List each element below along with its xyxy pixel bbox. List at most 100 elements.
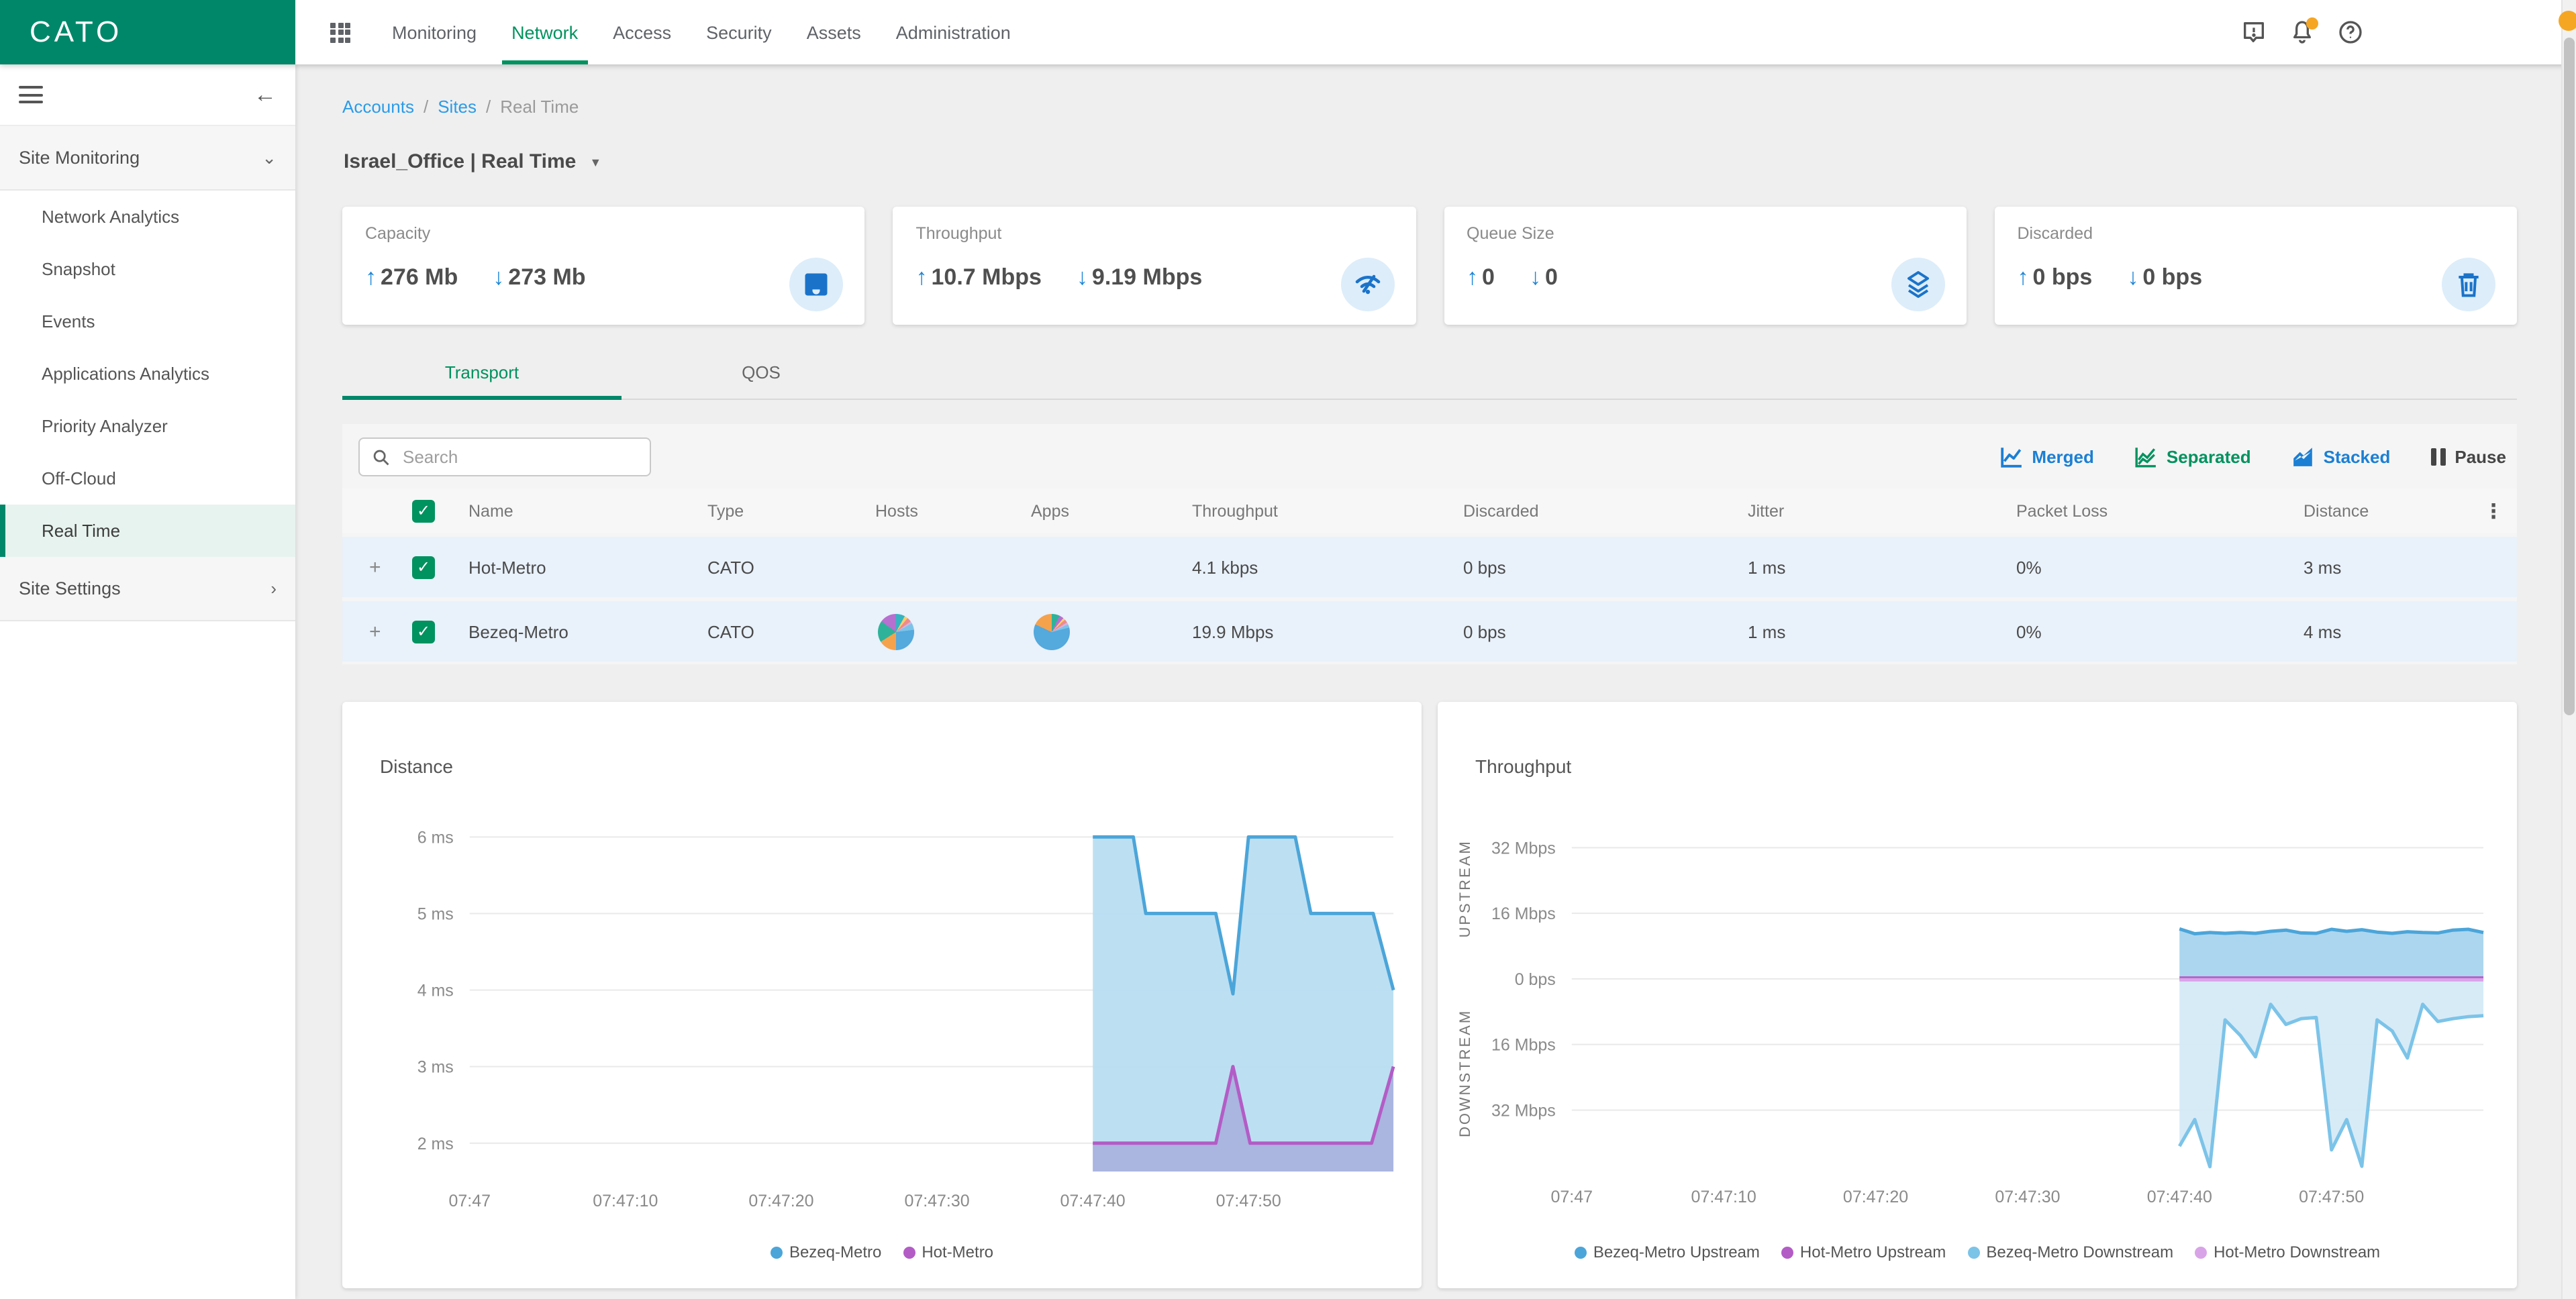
legend-item-bezeq-metro-upstream[interactable]: Bezeq-Metro Upstream — [1575, 1243, 1760, 1261]
legend-label: Bezeq-Metro — [789, 1243, 881, 1261]
legend-item-hot-metro[interactable]: Hot-Metro — [903, 1243, 993, 1261]
feedback-icon[interactable] — [2239, 18, 2267, 46]
sidebar-item-real-time[interactable]: Real Time — [0, 505, 295, 557]
stacked-button[interactable]: Stacked — [2291, 445, 2391, 468]
kpi-downstream-value: ↓9.19 Mbps — [1077, 264, 1202, 291]
down-arrow-icon: ↓ — [1530, 264, 1541, 291]
column-header-hosts[interactable]: Hosts — [875, 501, 918, 520]
sidebar-item-network-analytics[interactable]: Network Analytics — [0, 191, 295, 243]
breadcrumb-link-accounts[interactable]: Accounts — [342, 97, 414, 117]
column-header-jitter[interactable]: Jitter — [1748, 501, 1784, 520]
trash-icon[interactable] — [2442, 258, 2495, 311]
table-row-hot-metro[interactable]: +✓Hot-MetroCATO4.1 kbps0 bps1 ms0%3 ms — [342, 537, 2517, 597]
cell-throughput: 4.1 kbps — [1192, 557, 1258, 577]
nav-item-network[interactable]: Network — [494, 0, 595, 64]
row-checkbox[interactable]: ✓ — [412, 556, 435, 578]
hamburger-menu-icon[interactable] — [19, 81, 43, 108]
sidebar-item-snapshot[interactable]: Snapshot — [0, 243, 295, 295]
view-button-label: Merged — [2032, 446, 2093, 466]
breadcrumb-link-sites[interactable]: Sites — [438, 97, 477, 117]
kpi-values: ↑0↓0 — [1467, 264, 1944, 291]
column-header-distance[interactable]: Distance — [2303, 501, 2369, 520]
layers-icon[interactable] — [1891, 258, 1945, 311]
topbar-icons — [2239, 0, 2364, 64]
search-box[interactable] — [358, 437, 651, 476]
vertical-scrollbar[interactable] — [2561, 0, 2576, 1299]
legend-item-bezeq-metro[interactable]: Bezeq-Metro — [771, 1243, 881, 1261]
scroll-marker-dot — [2559, 11, 2576, 31]
app-launcher-icon[interactable] — [330, 22, 350, 42]
breadcrumb-separator: / — [486, 97, 491, 117]
column-header-discarded[interactable]: Discarded — [1463, 501, 1539, 520]
table-row-bezeq-metro[interactable]: +✓Bezeq-MetroCATO19.9 Mbps0 bps1 ms0%4 m… — [342, 601, 2517, 662]
view-tabs: TransportQOS — [342, 353, 2517, 400]
expand-row-button[interactable]: + — [369, 556, 381, 578]
tab-transport[interactable]: Transport — [342, 353, 622, 399]
hosts-pie-chart[interactable] — [878, 613, 914, 650]
tab-qos[interactable]: QOS — [622, 353, 901, 399]
column-header-apps[interactable]: Apps — [1031, 501, 1069, 520]
sidebar-group-label: Site Monitoring — [19, 148, 140, 168]
column-header-type[interactable]: Type — [707, 501, 744, 520]
legend-item-hot-metro-upstream[interactable]: Hot-Metro Upstream — [1781, 1243, 1946, 1261]
merged-button[interactable]: Merged — [1999, 445, 2093, 468]
chart-view-buttons: Merged Separated Stacked Pause — [1999, 424, 2506, 488]
sidebar-item-priority-analyzer[interactable]: Priority Analyzer — [0, 400, 295, 452]
nav-item-administration[interactable]: Administration — [879, 0, 1028, 64]
pause-button[interactable]: Pause — [2430, 446, 2506, 466]
wifi-icon[interactable] — [1340, 258, 1394, 311]
cell-throughput: 19.9 Mbps — [1192, 621, 1273, 641]
row-checkbox[interactable]: ✓ — [412, 620, 435, 643]
breadcrumb-current: Real Time — [500, 97, 579, 117]
sidebar-item-applications-analytics[interactable]: Applications Analytics — [0, 348, 295, 400]
kpi-card-throughput: Throughput↑10.7 Mbps↓9.19 Mbps — [893, 207, 1416, 325]
legend-item-hot-metro-downstream[interactable]: Hot-Metro Downstream — [2195, 1243, 2380, 1261]
sidebar-item-events[interactable]: Events — [0, 295, 295, 348]
sidebar-group-label: Site Settings — [19, 578, 121, 599]
page-title[interactable]: Israel_Office | Real Time ▼ — [344, 150, 601, 173]
sidebar-group-site-settings[interactable]: Site Settings › — [0, 557, 295, 621]
column-header-name[interactable]: Name — [468, 501, 513, 520]
sidebar-group-site-monitoring[interactable]: Site Monitoring ⌄ — [0, 126, 295, 191]
down-arrow-icon: ↓ — [1077, 264, 1088, 291]
scrollbar-thumb[interactable] — [2564, 38, 2575, 715]
column-header-packet-loss[interactable]: Packet Loss — [2016, 501, 2108, 520]
collapse-sidebar-icon[interactable]: ← — [254, 83, 277, 106]
device-icon[interactable] — [790, 258, 844, 311]
legend-label: Hot-Metro — [922, 1243, 993, 1261]
search-input[interactable] — [400, 446, 634, 468]
svg-text:5 ms: 5 ms — [417, 904, 454, 923]
separated-button[interactable]: Separated — [2134, 445, 2251, 468]
kebab-icon[interactable]: ⋮ — [2483, 499, 2504, 523]
legend-dot — [2195, 1246, 2207, 1258]
top-navigation-bar: CATO MonitoringNetworkAccessSecurityAsse… — [0, 0, 2576, 64]
up-arrow-icon: ↑ — [1467, 264, 1478, 291]
legend-dot — [1967, 1246, 1979, 1258]
nav-item-assets[interactable]: Assets — [789, 0, 879, 64]
expand-row-button[interactable]: + — [369, 620, 381, 643]
nav-item-monitoring[interactable]: Monitoring — [375, 0, 494, 64]
up-arrow-icon: ↑ — [916, 264, 928, 291]
apps-pie-chart[interactable] — [1034, 613, 1070, 650]
down-arrow-icon: ↓ — [493, 264, 504, 291]
nav-item-security[interactable]: Security — [689, 0, 789, 64]
transport-panel: Merged Separated Stacked Pause ✓ Name Type Hos… — [342, 424, 2517, 664]
cato-logo: CATO — [0, 0, 295, 64]
help-icon[interactable] — [2336, 18, 2364, 46]
sidebar-header: ← — [0, 64, 295, 126]
column-header-throughput[interactable]: Throughput — [1192, 501, 1278, 520]
svg-text:07:47:10: 07:47:10 — [593, 1192, 658, 1210]
sidebar: ← Site Monitoring ⌄ Network AnalyticsSna… — [0, 64, 295, 1299]
bell-icon[interactable] — [2287, 18, 2316, 46]
kpi-card-discarded: Discarded↑0 bps↓0 bps — [1995, 207, 2518, 325]
cell-type: CATO — [707, 621, 754, 641]
legend-dot — [1781, 1246, 1793, 1258]
select-all-checkbox[interactable]: ✓ — [412, 499, 435, 522]
legend-label: Hot-Metro Upstream — [1800, 1243, 1946, 1261]
nav-item-access[interactable]: Access — [595, 0, 689, 64]
legend-item-bezeq-metro-downstream[interactable]: Bezeq-Metro Downstream — [1967, 1243, 2173, 1261]
sidebar-item-off-cloud[interactable]: Off-Cloud — [0, 452, 295, 505]
area-chart-icon — [2291, 445, 2314, 468]
app-window: CATO MonitoringNetworkAccessSecurityAsse… — [0, 0, 2576, 1299]
svg-text:07:47: 07:47 — [1551, 1188, 1593, 1206]
